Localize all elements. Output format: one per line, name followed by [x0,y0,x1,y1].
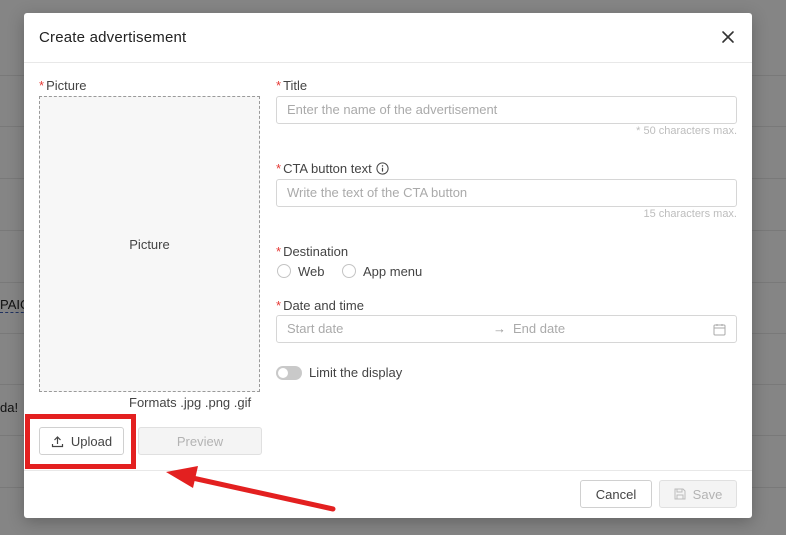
destination-web-radio[interactable] [277,264,291,278]
create-advertisement-dialog: Create advertisement * Picture Picture Fo… [24,13,752,518]
save-label: Save [692,486,723,502]
picture-dropzone[interactable]: Picture [39,96,260,392]
dialog-title: Create advertisement [39,29,187,46]
title-input[interactable]: Enter the name of the advertisement [276,96,737,124]
title-label: * Title [276,78,308,93]
preview-button[interactable]: Preview [138,427,262,455]
close-button[interactable] [718,27,738,47]
cta-text-input[interactable]: Write the text of the CTA button [276,179,737,207]
cancel-button[interactable]: Cancel [580,480,652,508]
title-hint: * 50 characters max. [636,125,737,137]
destination-app-menu-label[interactable]: App menu [363,264,422,279]
end-date-input[interactable]: End date [513,316,565,342]
destination-label: * Destination [276,244,349,259]
destination-web-label[interactable]: Web [298,264,325,279]
limit-display-toggle[interactable] [276,366,302,380]
date-time-label: * Date and time [276,298,364,313]
date-range-picker[interactable]: Start date → End date [276,315,737,343]
dialog-header: Create advertisement [24,13,752,63]
picture-placeholder: Picture [129,237,170,252]
cta-label: * CTA button text [276,161,389,176]
save-button[interactable]: Save [659,480,737,508]
preview-label: Preview [176,433,224,449]
picture-formats-hint: Formats .jpg .png .gif [129,395,252,410]
save-icon [674,488,686,500]
destination-app-menu-radio[interactable] [342,264,356,278]
start-date-input[interactable]: Start date [287,316,343,342]
picture-label: * Picture [39,78,87,93]
upload-button[interactable]: Upload [39,427,124,455]
upload-label: Upload [70,433,113,449]
dialog-footer-divider [24,470,752,471]
calendar-icon[interactable] [713,323,726,336]
cancel-label: Cancel [595,486,637,502]
cta-hint: 15 characters max. [643,208,737,220]
limit-display-label: Limit the display [309,365,403,380]
upload-icon [51,435,63,447]
info-icon[interactable] [376,162,389,175]
close-icon [722,31,734,43]
arrow-right-icon: → [493,321,506,336]
toggle-knob [278,368,288,378]
